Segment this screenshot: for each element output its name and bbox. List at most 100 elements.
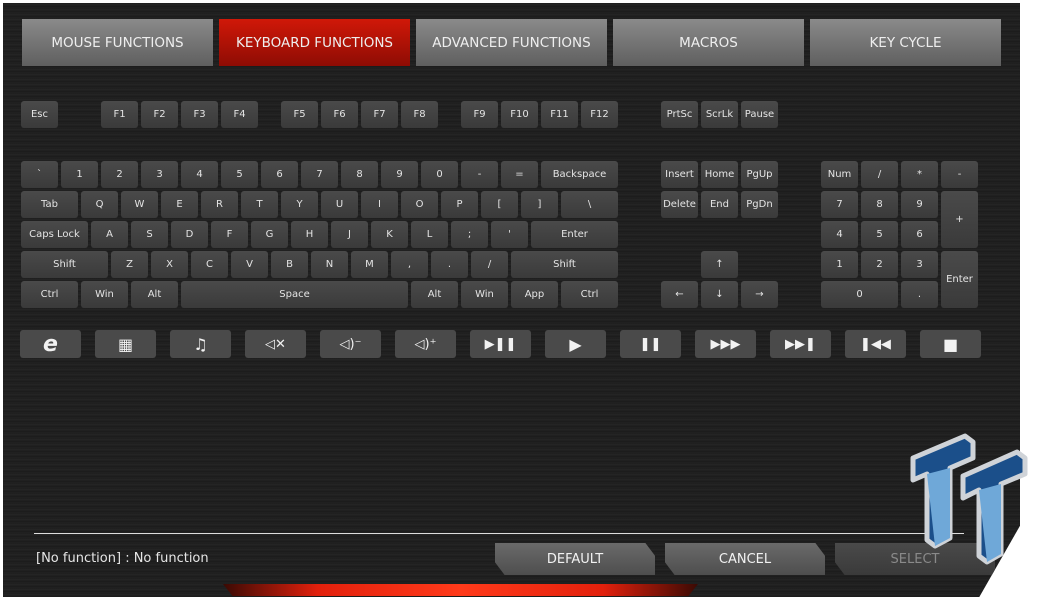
- key-f7[interactable]: F7: [361, 101, 398, 128]
- previous-track-button[interactable]: ❚◀◀: [845, 330, 906, 358]
- key-[[interactable]: [: [481, 191, 518, 218]
- key-3[interactable]: 3: [141, 161, 178, 188]
- key-0[interactable]: 0: [421, 161, 458, 188]
- key-pgup[interactable]: PgUp: [741, 161, 778, 188]
- key-pgdn[interactable]: PgDn: [741, 191, 778, 218]
- key-end[interactable]: End: [701, 191, 738, 218]
- key-k[interactable]: K: [371, 221, 408, 248]
- key-f1[interactable]: F1: [101, 101, 138, 128]
- default-button[interactable]: DEFAULT: [495, 543, 655, 575]
- key-insert[interactable]: Insert: [661, 161, 698, 188]
- key-f8[interactable]: F8: [401, 101, 438, 128]
- play-pause-button[interactable]: ▶❚❚: [470, 330, 531, 358]
- key-.[interactable]: .: [431, 251, 468, 278]
- numpad-key-7[interactable]: +: [941, 191, 978, 248]
- key-n[interactable]: N: [311, 251, 348, 278]
- key-2[interactable]: 2: [101, 161, 138, 188]
- key-r[interactable]: R: [201, 191, 238, 218]
- key-right-shift[interactable]: Shift: [511, 251, 618, 278]
- internet-explorer-button[interactable]: e: [20, 330, 81, 358]
- key-8[interactable]: 8: [341, 161, 378, 188]
- key-left-shift[interactable]: Shift: [21, 251, 108, 278]
- key-f11[interactable]: F11: [541, 101, 578, 128]
- key-w[interactable]: W: [121, 191, 158, 218]
- calculator-button[interactable]: ▦: [95, 330, 156, 358]
- key-q[interactable]: Q: [81, 191, 118, 218]
- key-f10[interactable]: F10: [501, 101, 538, 128]
- key-win[interactable]: Win: [461, 281, 508, 308]
- key-e[interactable]: E: [161, 191, 198, 218]
- tab-mouse-functions[interactable]: MOUSE FUNCTIONS: [22, 19, 213, 66]
- fast-forward-button[interactable]: ▶▶▶: [695, 330, 756, 358]
- key-][interactable]: ]: [521, 191, 558, 218]
- key-l[interactable]: L: [411, 221, 448, 248]
- key-arrow-left[interactable]: ←: [661, 281, 698, 308]
- key-;[interactable]: ;: [451, 221, 488, 248]
- key-=[interactable]: =: [501, 161, 538, 188]
- key-s[interactable]: S: [131, 221, 168, 248]
- numpad-key-4[interactable]: 7: [821, 191, 858, 218]
- key-backslash[interactable]: \: [561, 191, 618, 218]
- key-app[interactable]: App: [511, 281, 558, 308]
- key-win[interactable]: Win: [81, 281, 128, 308]
- key-4[interactable]: 4: [181, 161, 218, 188]
- key-enter[interactable]: Enter: [531, 221, 618, 248]
- key-t[interactable]: T: [241, 191, 278, 218]
- pause-button[interactable]: ❚❚: [620, 330, 681, 358]
- key-/[interactable]: /: [471, 251, 508, 278]
- numpad-key-16[interactable]: .: [901, 281, 938, 308]
- key-pause[interactable]: Pause: [741, 101, 778, 128]
- tab-key-cycle[interactable]: KEY CYCLE: [810, 19, 1001, 66]
- key-p[interactable]: P: [441, 191, 478, 218]
- key-caps-lock[interactable]: Caps Lock: [21, 221, 88, 248]
- tab-keyboard-functions[interactable]: KEYBOARD FUNCTIONS: [219, 19, 410, 66]
- volume-up-button[interactable]: ◁)⁺: [395, 330, 456, 358]
- key-arrow-up[interactable]: ↑: [701, 251, 738, 278]
- key-f12[interactable]: F12: [581, 101, 618, 128]
- play-button[interactable]: ▶: [545, 330, 606, 358]
- key-v[interactable]: V: [231, 251, 268, 278]
- numpad-key-9[interactable]: 5: [861, 221, 898, 248]
- key--[interactable]: -: [461, 161, 498, 188]
- numpad-key-0[interactable]: Num: [821, 161, 858, 188]
- music-button[interactable]: ♫: [170, 330, 231, 358]
- key-tab[interactable]: Tab: [21, 191, 78, 218]
- key-'[interactable]: ': [491, 221, 528, 248]
- key-`[interactable]: `: [21, 161, 58, 188]
- key-u[interactable]: U: [321, 191, 358, 218]
- key-prtsc[interactable]: PrtSc: [661, 101, 698, 128]
- key-a[interactable]: A: [91, 221, 128, 248]
- key-7[interactable]: 7: [301, 161, 338, 188]
- key-y[interactable]: Y: [281, 191, 318, 218]
- key-,[interactable]: ,: [391, 251, 428, 278]
- key-backspace[interactable]: Backspace: [541, 161, 618, 188]
- key-arrow-right[interactable]: →: [741, 281, 778, 308]
- key-delete[interactable]: Delete: [661, 191, 698, 218]
- key-f[interactable]: F: [211, 221, 248, 248]
- numpad-key-8[interactable]: 4: [821, 221, 858, 248]
- numpad-key-3[interactable]: -: [941, 161, 978, 188]
- key-h[interactable]: H: [291, 221, 328, 248]
- key-esc[interactable]: Esc: [21, 101, 58, 128]
- key-j[interactable]: J: [331, 221, 368, 248]
- numpad-key-12[interactable]: 2: [861, 251, 898, 278]
- numpad-key-6[interactable]: 9: [901, 191, 938, 218]
- key-f4[interactable]: F4: [221, 101, 258, 128]
- key-5[interactable]: 5: [221, 161, 258, 188]
- key-f9[interactable]: F9: [461, 101, 498, 128]
- key-ctrl[interactable]: Ctrl: [21, 281, 78, 308]
- key-f2[interactable]: F2: [141, 101, 178, 128]
- key-c[interactable]: C: [191, 251, 228, 278]
- numpad-key-5[interactable]: 8: [861, 191, 898, 218]
- key-scrlk[interactable]: ScrLk: [701, 101, 738, 128]
- numpad-key-10[interactable]: 6: [901, 221, 938, 248]
- key-f3[interactable]: F3: [181, 101, 218, 128]
- key-home[interactable]: Home: [701, 161, 738, 188]
- key-9[interactable]: 9: [381, 161, 418, 188]
- numpad-key-1[interactable]: /: [861, 161, 898, 188]
- key-x[interactable]: X: [151, 251, 188, 278]
- cancel-button[interactable]: CANCEL: [665, 543, 825, 575]
- numpad-key-2[interactable]: *: [901, 161, 938, 188]
- next-track-button[interactable]: ▶▶❚: [770, 330, 831, 358]
- stop-button[interactable]: ■: [920, 330, 981, 358]
